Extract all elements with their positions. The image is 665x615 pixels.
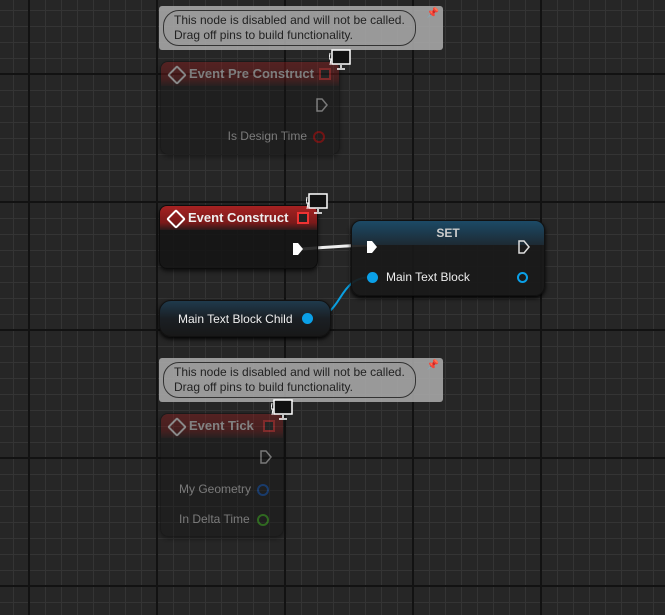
- variable-getter-node[interactable]: Main Text Block Child: [159, 300, 331, 337]
- set-variable-node[interactable]: SET Main Text Block: [351, 220, 545, 296]
- event-icon: [167, 65, 187, 85]
- pin-label: My Geometry: [179, 482, 252, 496]
- bool-pin[interactable]: [313, 131, 325, 143]
- event-pre-construct-node[interactable]: Event Pre Construct Is Design Time: [160, 61, 340, 155]
- exec-out-pin[interactable]: [260, 450, 272, 464]
- event-icon: [167, 417, 187, 437]
- comment-text: This node is disabled and will not be ca…: [163, 10, 416, 46]
- node-title: Event Pre Construct: [189, 66, 314, 81]
- object-out-pin[interactable]: [302, 313, 313, 324]
- delegate-pin[interactable]: [263, 420, 275, 432]
- exec-out-pin[interactable]: [316, 98, 328, 112]
- object-in-pin[interactable]: [367, 272, 378, 283]
- node-title: Event Construct: [188, 210, 289, 225]
- client-only-monitor-icon: [306, 193, 328, 214]
- pin-label: Is Design Time: [227, 129, 307, 143]
- disabled-comment-bubble: This node is disabled and will not be ca…: [159, 358, 443, 402]
- disabled-comment-bubble: This node is disabled and will not be ca…: [159, 6, 443, 50]
- event-icon: [166, 209, 186, 229]
- variable-name: Main Text Block Child: [178, 312, 293, 326]
- exec-out-pin[interactable]: [518, 240, 530, 254]
- event-tick-node[interactable]: Event Tick My Geometry In Delta Time: [160, 413, 284, 537]
- exec-out-pin[interactable]: [292, 242, 304, 256]
- event-construct-node[interactable]: Event Construct: [159, 205, 318, 269]
- pin-label: In Delta Time: [179, 512, 250, 526]
- node-title: Event Tick: [189, 418, 254, 433]
- pin-label: Main Text Block: [386, 270, 470, 284]
- float-pin[interactable]: [257, 514, 269, 526]
- node-title: SET: [352, 221, 544, 245]
- object-out-pin[interactable]: [517, 272, 528, 283]
- struct-pin[interactable]: [257, 484, 269, 496]
- comment-text: This node is disabled and will not be ca…: [163, 362, 416, 398]
- pin-icon[interactable]: 📌: [427, 360, 439, 371]
- client-only-monitor-icon: [271, 399, 293, 420]
- exec-in-pin[interactable]: [366, 240, 378, 254]
- client-only-monitor-icon: [329, 49, 351, 70]
- pin-icon[interactable]: 📌: [427, 8, 439, 19]
